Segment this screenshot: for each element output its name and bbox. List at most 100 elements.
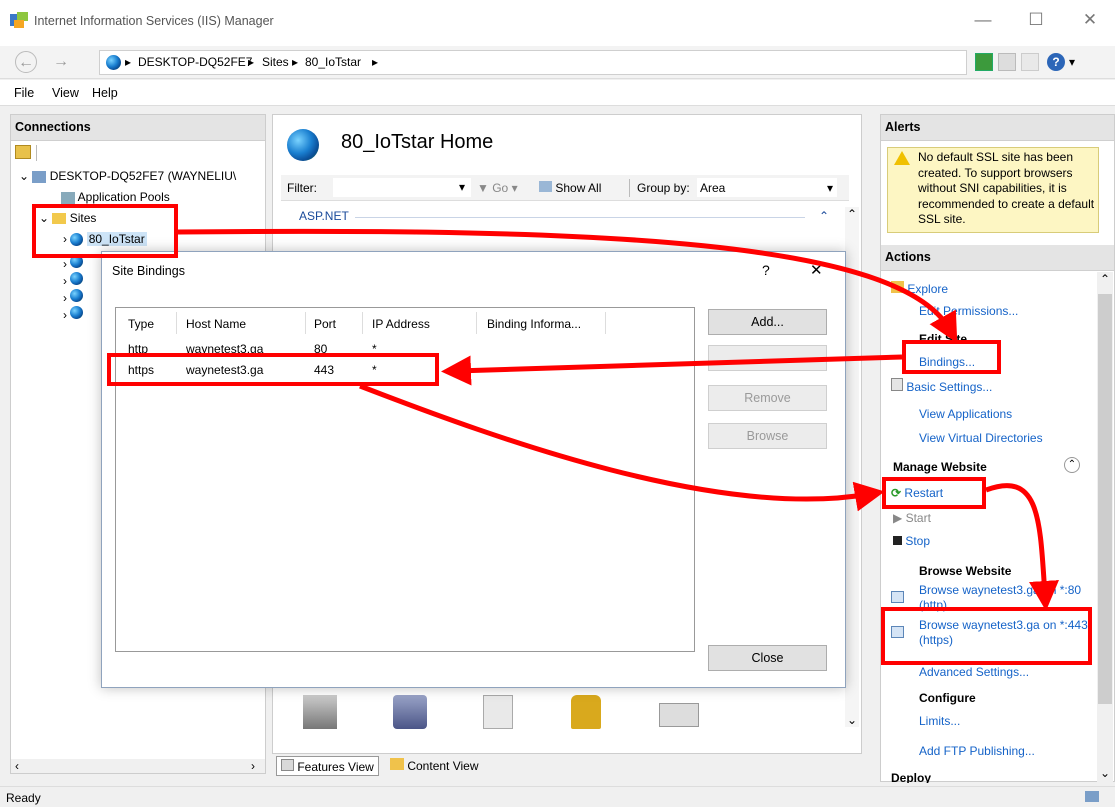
content-view-icon <box>390 758 404 770</box>
table-header: Type Host Name Port IP Address Binding I… <box>116 308 694 338</box>
advanced-settings-action[interactable]: Advanced Settings... <box>919 665 1029 679</box>
tree-server-label: DESKTOP-DQ52FE7 (WAYNELIU\ <box>49 169 237 183</box>
lock-icon[interactable] <box>571 695 601 729</box>
filter-label: Filter: <box>287 181 317 195</box>
status-bar: Ready <box>0 786 1115 807</box>
explore-icon <box>891 281 904 293</box>
start-icon: ▶ <box>893 511 903 525</box>
annotation-box-restart <box>882 477 986 509</box>
connections-header: Connections <box>11 115 265 141</box>
start-action[interactable]: ▶ Start <box>893 511 931 525</box>
actions-header: Actions <box>881 245 1114 271</box>
alert-box: No default SSL site has been created. To… <box>887 147 1099 233</box>
stop-action[interactable]: Stop <box>893 534 930 548</box>
edit-permissions-action[interactable]: Edit Permissions... <box>919 304 1018 318</box>
tab-features-view[interactable]: Features View <box>276 756 379 776</box>
connect-icon[interactable] <box>15 145 31 159</box>
annotation-box-browse-https <box>881 607 1092 665</box>
home-icon[interactable] <box>1021 53 1039 71</box>
col-binding-info[interactable]: Binding Informa... <box>487 317 581 331</box>
deploy-header: Deploy <box>891 771 932 783</box>
tree-app-pools[interactable]: Application Pools <box>61 190 170 204</box>
help-icon[interactable]: ? <box>1047 53 1065 71</box>
menu-file[interactable]: File <box>14 86 34 100</box>
close-button[interactable]: Close <box>708 645 827 671</box>
configure-header: Configure <box>919 691 976 705</box>
feature-list-icon[interactable] <box>483 695 513 729</box>
close-icon[interactable]: ✕ <box>1080 10 1100 30</box>
stop-icon[interactable] <box>998 53 1016 71</box>
feature-server-icon[interactable] <box>303 695 337 729</box>
settings-doc-icon <box>891 378 903 391</box>
show-all-icon <box>539 181 552 192</box>
add-ftp-action[interactable]: Add FTP Publishing... <box>919 744 1035 758</box>
edit-button[interactable]: Edit... <box>708 345 827 371</box>
section-aspnet[interactable]: ASP.NET <box>299 209 349 223</box>
breadcrumb-sites[interactable]: Sites <box>262 55 289 69</box>
browse-button[interactable]: Browse <box>708 423 827 449</box>
dialog-close-icon[interactable]: ✕ <box>810 261 823 279</box>
back-arrow-icon[interactable]: ← <box>15 51 37 73</box>
collapse-manage-icon[interactable]: ⌃ <box>1064 457 1080 473</box>
col-type[interactable]: Type <box>128 317 154 331</box>
php-icon[interactable] <box>393 695 427 729</box>
tree-server[interactable]: ⌄ DESKTOP-DQ52FE7 (WAYNELIU\ <box>19 169 236 183</box>
site-globe-icon <box>70 306 84 319</box>
browse-icon <box>891 591 904 603</box>
warning-icon <box>894 151 910 165</box>
menu-help[interactable]: Help <box>92 86 118 100</box>
tab-content-view[interactable]: Content View <box>390 758 479 773</box>
feature-icon-row <box>303 689 743 737</box>
maximize-icon[interactable]: ☐ <box>1026 10 1046 30</box>
refresh-server-icon[interactable] <box>975 53 993 71</box>
feature-editor-icon[interactable] <box>659 703 699 727</box>
view-tabs-bar: Features View Content View <box>272 755 862 781</box>
dialog-title: Site Bindings <box>112 264 185 278</box>
breadcrumb[interactable]: ▸ DESKTOP-DQ52FE7 ▸ Sites ▸ 80_IoTstar ▸ <box>99 50 967 75</box>
status-server-icon <box>1085 791 1099 802</box>
view-applications-action[interactable]: View Applications <box>919 407 1012 421</box>
forward-arrow-icon[interactable]: → <box>50 51 72 73</box>
server-icon <box>32 170 47 183</box>
toolbar-icons: ? ▾ <box>975 53 1110 73</box>
filter-bar: Filter: ▾ ▼ Go ▾ Show All Group by: Area… <box>281 175 849 201</box>
view-vdirs-action[interactable]: View Virtual Directories <box>919 431 1043 445</box>
stop-square-icon <box>893 536 902 545</box>
site-globe-icon <box>70 289 84 302</box>
tree-other-sites[interactable]: › › › › <box>63 255 84 323</box>
globe-icon <box>106 55 121 70</box>
col-ip-address[interactable]: IP Address <box>372 317 430 331</box>
title-bar: Internet Information Services (IIS) Mana… <box>0 0 1115 46</box>
center-vscrollbar[interactable]: ⌃ ⌄ <box>845 207 859 727</box>
site-bindings-dialog: Site Bindings ? ✕ Type Host Name Port IP… <box>101 251 846 688</box>
filter-input[interactable] <box>333 178 471 197</box>
explore-action[interactable]: Explore <box>891 281 948 296</box>
iis-app-icon <box>10 12 28 28</box>
limits-action[interactable]: Limits... <box>919 714 960 728</box>
col-port[interactable]: Port <box>314 317 336 331</box>
breadcrumb-site[interactable]: 80_IoTstar <box>305 55 361 69</box>
browse-website-header: Browse Website <box>919 564 1012 578</box>
alert-text: No default SSL site has been created. To… <box>918 150 1095 226</box>
app-pool-icon <box>61 191 75 204</box>
group-by-label: Group by: <box>637 181 690 195</box>
menu-bar: File View Help <box>0 80 1115 106</box>
status-text: Ready <box>6 791 41 805</box>
connections-hscrollbar[interactable]: ‹ › <box>11 759 265 773</box>
window-title: Internet Information Services (IIS) Mana… <box>34 14 274 28</box>
group-by-select[interactable]: Area ▾ <box>697 178 837 197</box>
remove-button[interactable]: Remove <box>708 385 827 411</box>
add-button[interactable]: Add... <box>708 309 827 335</box>
breadcrumb-server[interactable]: DESKTOP-DQ52FE7 <box>138 55 252 69</box>
minimize-icon[interactable]: — <box>973 10 993 30</box>
annotation-box-https-row <box>107 353 439 386</box>
alerts-header: Alerts <box>881 115 1114 141</box>
dialog-help-icon[interactable]: ? <box>762 262 770 278</box>
basic-settings-action[interactable]: Basic Settings... <box>891 378 992 394</box>
actions-vscrollbar[interactable]: ⌃ ⌄ <box>1097 272 1113 782</box>
features-view-icon <box>281 759 294 771</box>
col-host-name[interactable]: Host Name <box>186 317 246 331</box>
menu-view[interactable]: View <box>52 86 79 100</box>
go-button[interactable]: ▼ Go ▾ <box>477 181 518 195</box>
show-all-button[interactable]: Show All <box>539 181 601 195</box>
